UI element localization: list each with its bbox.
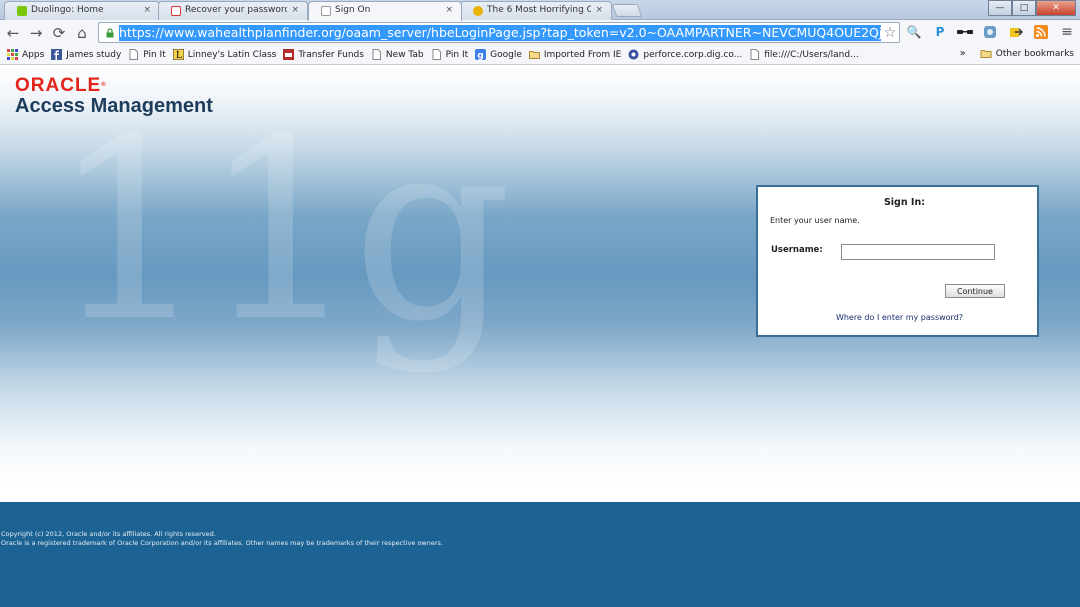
continue-button[interactable]: Continue	[945, 284, 1005, 298]
bookmark-perforce[interactable]: perforce.corp.dig.co...	[628, 49, 742, 60]
tab-duolingo[interactable]: Duolingo: Home ×	[4, 1, 160, 20]
page-icon	[129, 49, 139, 60]
bookmark-label: perforce.corp.dig.co...	[643, 49, 743, 60]
svg-text:L: L	[176, 51, 182, 60]
watermark-11g: 11g	[50, 85, 512, 376]
facebook-icon	[51, 49, 63, 60]
bank-icon	[283, 49, 295, 60]
folder-icon	[528, 51, 540, 59]
bookmark-google[interactable]: g Google	[475, 49, 522, 60]
bookmark-label: file:///C:/Users/land...	[764, 49, 859, 60]
maximize-button[interactable]: □	[1012, 0, 1036, 16]
sign-in-instruction: Enter your user name.	[770, 216, 860, 225]
tab-title: Sign On	[335, 5, 371, 15]
home-button[interactable]: ⌂	[72, 23, 92, 43]
reload-button[interactable]: ⟳	[49, 23, 69, 43]
rss-icon[interactable]	[1032, 23, 1050, 41]
duolingo-icon	[17, 6, 27, 16]
tab-close-icon[interactable]: ×	[595, 5, 603, 15]
other-bookmarks[interactable]: Other bookmarks	[996, 49, 1074, 59]
incognito-mask-icon[interactable]	[956, 23, 974, 41]
trademark-text: Oracle is a registered trademark of Orac…	[1, 539, 443, 547]
bookmark-label: Imported From IE	[543, 49, 622, 60]
bookmark-label: Apps	[22, 49, 45, 60]
extension-arrow-icon[interactable]	[1007, 23, 1025, 41]
tab-title: Recover your password - I	[185, 5, 288, 15]
bookmark-pin-it[interactable]: Pin It	[128, 49, 166, 60]
page-footer: Copyright (c) 2012, Oracle and/or its af…	[0, 502, 1080, 607]
tab-sign-on[interactable]: Sign On ×	[308, 1, 462, 21]
tab-recover-password[interactable]: Recover your password - I ×	[158, 1, 308, 20]
back-button[interactable]: ←	[3, 23, 23, 43]
bookmark-pin-it-2[interactable]: Pin It	[431, 49, 468, 60]
tab-strip: Duolingo: Home × Recover your password -…	[0, 0, 1080, 21]
forward-button[interactable]: →	[26, 23, 46, 43]
extension-globe-icon[interactable]	[981, 23, 999, 41]
page-icon	[750, 49, 760, 60]
tab-close-icon[interactable]: ×	[143, 5, 151, 15]
svg-text:g: g	[477, 51, 483, 60]
bookmark-file-users[interactable]: file:///C:/Users/land...	[749, 49, 859, 60]
product-title: Access Management	[15, 95, 213, 117]
google-icon: g	[475, 49, 487, 60]
page-icon	[321, 6, 331, 16]
cracked-icon	[473, 6, 483, 16]
page-icon	[432, 49, 441, 60]
url-text[interactable]: https://www.wahealthplanfinder.org/oaam_…	[119, 24, 881, 41]
bookmark-label: Google	[490, 49, 522, 60]
new-tab-button[interactable]	[611, 4, 643, 17]
oracle-logo: ORACLE® Access Management	[15, 76, 213, 117]
address-bar[interactable]: https://www.wahealthplanfinder.org/oaam_…	[98, 22, 900, 43]
tab-title: The 6 Most Horrifying Ch	[487, 5, 592, 15]
bookmark-james-study[interactable]: James study	[51, 49, 121, 60]
menu-icon[interactable]: ≡	[1058, 23, 1076, 41]
bookmarks-right-group: » Other bookmarks	[960, 48, 1074, 59]
latin-class-icon: L	[172, 49, 184, 60]
close-window-button[interactable]: ✕	[1036, 0, 1076, 16]
apps-grid-icon	[7, 49, 18, 60]
bookmark-label: Transfer Funds	[298, 49, 364, 60]
username-label: Username:	[771, 245, 823, 255]
bookmarks-overflow-chevron-icon[interactable]: »	[960, 48, 966, 59]
username-field[interactable]	[841, 244, 995, 260]
copyright-text: Copyright (c) 2012, Oracle and/or its af…	[1, 530, 216, 538]
perforce-icon	[628, 49, 639, 60]
page-content: 11g ORACLE® Access Management Sign In: E…	[0, 66, 1080, 607]
minimize-button[interactable]: —	[988, 0, 1012, 16]
page-icon	[372, 49, 381, 60]
bookmark-star-icon[interactable]: ☆	[881, 25, 899, 41]
sign-in-panel: Sign In: Enter your user name. Username:…	[756, 185, 1039, 337]
bookmark-imported-from-ie[interactable]: Imported From IE	[528, 49, 622, 60]
tab-close-icon[interactable]: ×	[445, 5, 453, 15]
browser-toolbar: ← → ⟳ ⌂ https://www.wahealthplanfinder.o…	[0, 20, 1080, 45]
bookmark-new-tab[interactable]: New Tab	[371, 49, 424, 60]
bookmark-apps[interactable]: Apps	[7, 49, 44, 60]
sign-in-heading: Sign In:	[883, 197, 926, 208]
tab-cracked[interactable]: The 6 Most Horrifying Ch ×	[460, 1, 612, 20]
window-controls: — □ ✕	[988, 0, 1076, 16]
bookmark-transfer-funds[interactable]: Transfer Funds	[283, 49, 364, 60]
bookmark-label: James study	[66, 49, 122, 60]
password-help-link[interactable]: Where do I enter my password?	[758, 313, 1041, 322]
oracle-wordmark: ORACLE®	[15, 75, 107, 96]
search-icon[interactable]: 🔍	[905, 23, 923, 41]
pinterest-p-icon[interactable]: P	[931, 23, 949, 41]
tab-close-icon[interactable]: ×	[291, 5, 299, 15]
bookmark-label: Pin It	[445, 49, 469, 60]
bookmark-label: Pin It	[143, 49, 166, 60]
folder-icon	[980, 50, 992, 58]
bookmark-label: Linney's Latin Class	[187, 49, 277, 60]
bookmarks-bar: Apps James study Pin It L Linney's Latin…	[0, 45, 1080, 65]
bookmark-linneys-latin-class[interactable]: L Linney's Latin Class	[172, 49, 277, 60]
gmail-icon	[171, 6, 181, 16]
tab-title: Duolingo: Home	[31, 5, 104, 15]
lock-icon	[106, 27, 114, 37]
bookmark-label: New Tab	[385, 49, 424, 60]
